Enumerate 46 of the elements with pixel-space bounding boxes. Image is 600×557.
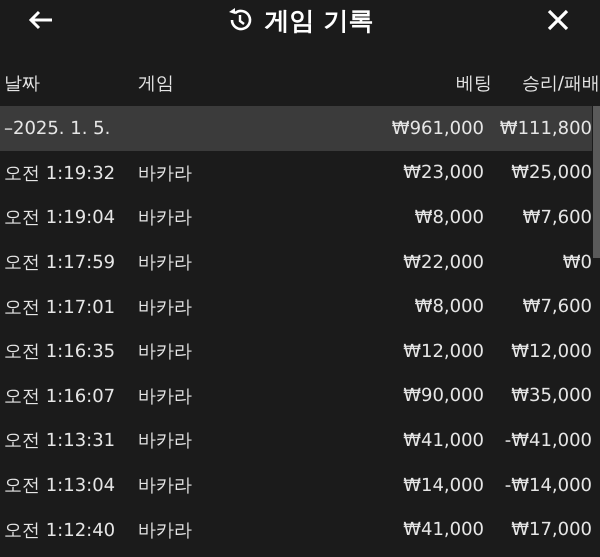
table-cell-text: ₩8,000 [414,206,484,228]
column-header: 게임 [138,72,175,95]
history-icon [226,7,253,33]
table-cell-text: ₩41,000 [402,430,484,451]
table-cell-text: 바카라 [138,384,193,408]
table-cell-text: 오전 1:17:59 [4,251,116,274]
table-cell-text: ₩25,000 [510,162,592,184]
table-cell-text: 오전 1:19:32 [4,162,116,185]
table-cell-text: ₩35,000 [510,385,592,406]
column-header: 베팅 [455,72,492,95]
column-header: 승리/패배 [520,72,600,95]
table-cell-text: 오전 1:13:31 [4,429,116,452]
table-cell-text: ₩7,600 [522,206,592,228]
table-cell-text: ₩12,000 [510,340,592,362]
table-cell-text: ₩17,000 [510,519,592,540]
table-cell-text: 바카라 [138,340,193,364]
table-cell-text: ₩41,000 [402,519,484,540]
date-group-row[interactable]: –2025. 1. 5. ₩961,000 ₩111,800 [0,106,592,151]
table-cell-text: ₩12,000 [402,340,484,362]
table-cell-text: 바카라 [138,474,193,498]
table-cell-text: ₩90,000 [402,385,484,406]
table-cell-text: ₩8,000 [414,296,484,318]
table-cell-text: ₩14,000 [402,474,484,496]
scrollbar[interactable] [593,106,600,258]
table-cell-text: 바카라 [138,206,193,230]
table-cell-text: -₩41,000 [504,430,592,451]
column-header: 날짜 [4,72,41,95]
table-cell-text: 오전 1:19:04 [4,206,116,230]
table-cell-text: ₩0 [562,252,592,273]
table-cell-text: -₩14,000 [504,474,592,496]
table-cell-text: 오전 1:17:01 [4,296,116,319]
window-title: 게임 기록 [264,4,374,36]
table-cell-text: 바카라 [138,296,193,319]
table-cell-text: 바카라 [138,251,193,274]
table-cell-text: 바카라 [138,162,193,185]
table-cell-text: 오전 1:16:35 [4,340,116,364]
table-cell-text: ₩23,000 [402,162,484,184]
close-button[interactable] [546,8,570,32]
table-cell-text: 오전 1:16:07 [4,384,116,408]
table-cell-text: ₩22,000 [402,252,484,273]
table-cell-text: 오전 1:12:40 [4,518,116,542]
table-cell-text: ₩7,600 [522,296,592,318]
table-cell-text: 바카라 [138,429,193,452]
back-button[interactable] [28,9,54,31]
table-cell-text: 오전 1:13:04 [4,474,116,498]
table-cell-text: 바카라 [138,518,193,542]
